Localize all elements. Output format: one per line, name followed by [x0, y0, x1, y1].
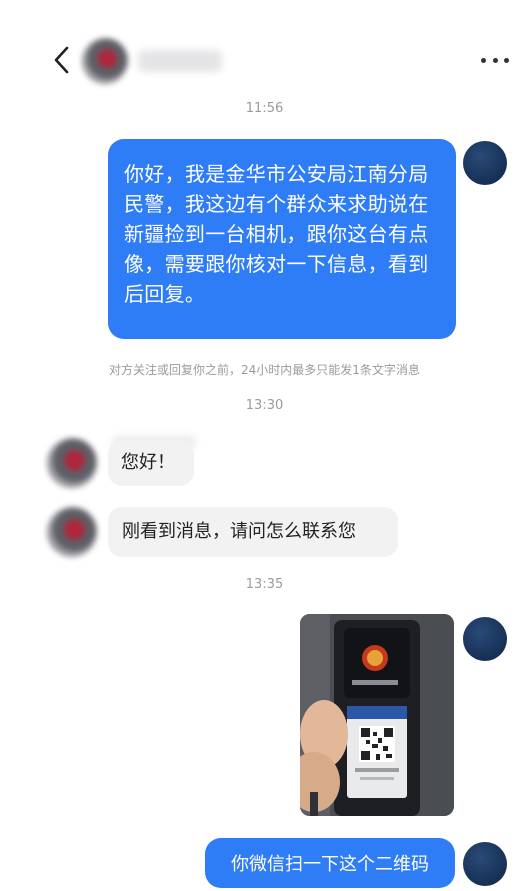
incoming-message[interactable]: 刚看到消息，请问怎么联系您: [108, 507, 398, 557]
contact-name-blurred: [138, 50, 222, 72]
timestamp: 13:35: [245, 577, 284, 592]
message-text: 你好，我是金华市公安局江南分局民警，我这边有个群众来求助说在新疆捡到一台相机，跟…: [124, 162, 429, 306]
more-horizontal-icon[interactable]: [481, 58, 509, 66]
outgoing-message[interactable]: 你好，我是金华市公安局江南分局民警，我这边有个群众来求助说在新疆捡到一台相机，跟…: [108, 139, 456, 339]
contact-avatar[interactable]: [47, 438, 97, 488]
message-limit-notice: 对方关注或回复你之前，24小时内最多只能发1条文字消息: [109, 363, 420, 377]
self-avatar[interactable]: [463, 842, 507, 886]
self-avatar[interactable]: [463, 141, 507, 185]
outgoing-message[interactable]: 你微信扫一下这个二维码: [205, 838, 455, 888]
timestamp: 13:30: [245, 398, 284, 413]
self-avatar[interactable]: [463, 617, 507, 661]
timestamp: 11:56: [245, 101, 284, 116]
incoming-message[interactable]: 您好！: [108, 440, 194, 486]
police-badge-qr-card-photo[interactable]: [300, 614, 454, 816]
chevron-left-icon[interactable]: [50, 44, 74, 76]
contact-avatar[interactable]: [47, 507, 97, 557]
chat-header: [0, 28, 529, 94]
contact-avatar[interactable]: [82, 38, 128, 84]
